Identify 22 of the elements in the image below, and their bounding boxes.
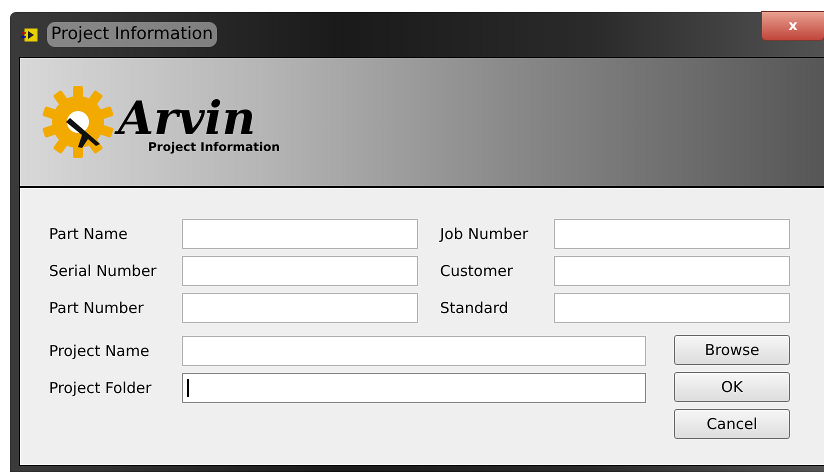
field-label: Job Number: [440, 224, 530, 245]
text-field[interactable]: [182, 293, 418, 323]
field-label: Project Folder: [49, 378, 152, 399]
dialog-button[interactable]: Cancel: [674, 409, 790, 439]
dialog-button[interactable]: Browse: [674, 335, 790, 365]
field-label: Serial Number: [49, 260, 158, 282]
text-cursor: [187, 379, 189, 397]
field-label: Part Name: [49, 224, 129, 245]
text-field[interactable]: [182, 336, 646, 366]
field-label: Customer: [440, 260, 514, 282]
text-field[interactable]: [554, 219, 790, 249]
text-field[interactable]: [182, 256, 418, 286]
field-label: Part Number: [49, 298, 145, 319]
logo-subtitle: Project Information: [148, 141, 280, 153]
field-label: Project Name: [49, 340, 150, 362]
text-field[interactable]: [554, 293, 790, 323]
text-field[interactable]: [182, 373, 646, 403]
window-title: Project Information: [47, 22, 217, 48]
dialog-button[interactable]: OK: [674, 372, 790, 402]
text-field[interactable]: [182, 219, 418, 249]
field-label: Standard: [440, 298, 510, 319]
text-field[interactable]: [554, 256, 790, 286]
